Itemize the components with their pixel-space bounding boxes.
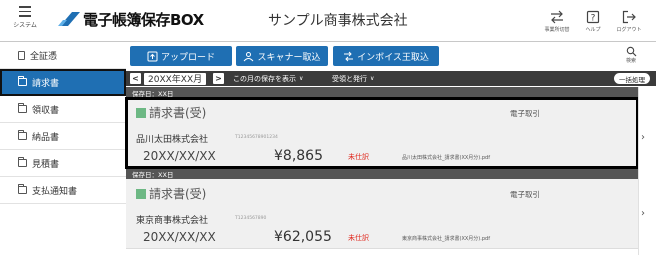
chevron-down-icon: ∨ [370, 75, 375, 82]
document-icon [18, 50, 25, 60]
list-scrollbar[interactable] [638, 87, 639, 255]
logout-icon [622, 10, 636, 24]
next-month-button[interactable]: > [213, 72, 224, 85]
upload-icon [147, 51, 158, 61]
sort-option-value: 受領と発行 [332, 74, 367, 83]
client-name: 品川太田株式会社 [136, 135, 209, 145]
scanner-import-label: スキャナー取込 [257, 52, 321, 63]
chevron-right-icon[interactable]: › [641, 132, 645, 143]
upload-label: アップロード [160, 52, 215, 63]
prev-month-button[interactable]: < [130, 72, 141, 85]
folder-icon [18, 184, 27, 194]
sidebar-item-label: 全証憑 [30, 51, 58, 62]
app-header: システム 電子帳簿保存BOX サンプル商事株式会社 事業所切替 ? ヘルプ ログ… [0, 0, 656, 42]
chevron-left-icon: < [130, 73, 141, 84]
scanner-import-button[interactable]: スキャナー取込 [236, 46, 328, 66]
hamburger-icon [19, 6, 31, 17]
search-icon [626, 46, 636, 57]
scanner-icon [244, 51, 254, 61]
svg-text:?: ? [591, 14, 596, 24]
doc-type-label: 請求書(受) [149, 187, 207, 201]
document-list: 保存日：XX日 請求書(受) 電子取引 品川太田株式会社 T1234567890… [125, 87, 639, 255]
sidebar-item-all-vouchers[interactable]: 全証憑 [0, 42, 126, 69]
folder-icon [18, 76, 27, 86]
app-logo[interactable]: 電子帳簿保存BOX [58, 8, 204, 30]
registration-number: T12345678901234 [235, 135, 278, 140]
folder-icon [18, 103, 27, 113]
help-label: ヘルプ [585, 27, 601, 33]
sidebar-item-label: 領収書 [32, 105, 60, 116]
status-badge: 未仕訳 [348, 234, 369, 242]
sidebar-item-receipts[interactable]: 領収書 [0, 96, 126, 123]
help-icon: ? [586, 10, 600, 24]
document-card[interactable]: 請求書(受) 電子取引 品川太田株式会社 T12345678901234 20X… [125, 97, 639, 169]
action-toolbar: アップロード スキャナー取込 インボイス王取込 検索 [126, 42, 656, 69]
upload-button[interactable]: アップロード [130, 46, 232, 66]
transaction-type: 電子取引 [510, 190, 540, 199]
save-date-header: 保存日：XX日 [126, 87, 638, 98]
company-name: サンプル商事株式会社 [268, 13, 408, 29]
month-selector[interactable]: 20XX年XX月 [144, 72, 207, 85]
invoice-king-import-button[interactable]: インボイス王取込 [333, 46, 439, 66]
sidebar: 全証憑 請求書 領収書 納品書 見積書 支払通知書 [0, 42, 126, 255]
bulk-process-button[interactable]: 一括処理 [614, 73, 650, 84]
document-amount: ¥62,055 [274, 229, 332, 245]
import-icon [344, 51, 354, 61]
display-option-dropdown[interactable]: この月の保存を表示 ∨ [233, 72, 303, 85]
status-badge: 未仕訳 [348, 153, 369, 161]
sidebar-item-payment-notices[interactable]: 支払通知書 [0, 177, 126, 204]
help-button[interactable]: ? ヘルプ [576, 10, 610, 33]
search-label: 検索 [625, 58, 636, 64]
switch-office-button[interactable]: 事業所切替 [540, 10, 574, 33]
document-card[interactable]: 請求書(受) 電子取引 東京商事株式会社 T1234567890 20XX/XX… [126, 179, 638, 249]
document-amount: ¥8,865 [274, 148, 323, 164]
search-button[interactable]: 検索 [620, 46, 642, 64]
doc-type: 請求書(受) [136, 185, 206, 202]
header-actions: 事業所切替 ? ヘルプ ログアウト [538, 10, 646, 33]
chevron-down-icon: ∨ [299, 75, 304, 82]
month-value: 20XX年XX月 [144, 72, 207, 85]
chevron-right-icon: > [213, 73, 224, 84]
registration-number: T1234567890 [235, 216, 267, 221]
transaction-type: 電子取引 [510, 109, 540, 118]
sidebar-item-invoices[interactable]: 請求書 [0, 69, 126, 96]
sidebar-item-delivery-notes[interactable]: 納品書 [0, 123, 126, 150]
sidebar-item-label: 支払通知書 [32, 186, 78, 197]
folder-icon [18, 130, 27, 140]
document-date: 20XX/XX/XX [143, 149, 216, 163]
doc-type-marker [136, 188, 146, 199]
sidebar-item-quotations[interactable]: 見積書 [0, 150, 126, 177]
month-filter-bar: < 20XX年XX月 > この月の保存を表示 ∨ 受領と発行 ∨ 一括処理 [126, 71, 656, 86]
system-menu-label: システム [13, 21, 37, 29]
client-name: 東京商事株式会社 [136, 216, 209, 226]
logout-button[interactable]: ログアウト [612, 10, 646, 33]
chevron-right-icon[interactable]: › [641, 208, 645, 219]
file-name: 品川太田株式会社_請求書(XX月分).pdf [402, 155, 490, 161]
logo-mark-icon [58, 12, 80, 26]
doc-type-marker [136, 107, 146, 118]
folder-icon [18, 157, 27, 167]
switch-office-label: 事業所切替 [544, 27, 570, 33]
save-date-header: 保存日：XX日 [126, 168, 638, 179]
sort-option-dropdown[interactable]: 受領と発行 ∨ [332, 72, 374, 85]
sidebar-item-label: 納品書 [32, 132, 60, 143]
doc-type-label: 請求書(受) [149, 106, 207, 120]
system-menu-button[interactable]: システム [8, 6, 42, 38]
sidebar-item-label: 請求書 [32, 78, 60, 89]
switch-office-icon [551, 10, 563, 24]
file-name: 東京商事株式会社_請求書(XX月分).pdf [402, 236, 490, 242]
logo-text: 電子帳簿保存BOX [83, 10, 204, 29]
doc-type: 請求書(受) [136, 104, 206, 121]
logout-label: ログアウト [616, 27, 642, 33]
document-date: 20XX/XX/XX [143, 230, 216, 244]
sidebar-item-label: 見積書 [32, 159, 60, 170]
invoice-king-import-label: インボイス王取込 [357, 52, 429, 63]
app-window: システム 電子帳簿保存BOX サンプル商事株式会社 事業所切替 ? ヘルプ ログ… [0, 0, 656, 255]
display-option-value: この月の保存を表示 [233, 74, 296, 83]
